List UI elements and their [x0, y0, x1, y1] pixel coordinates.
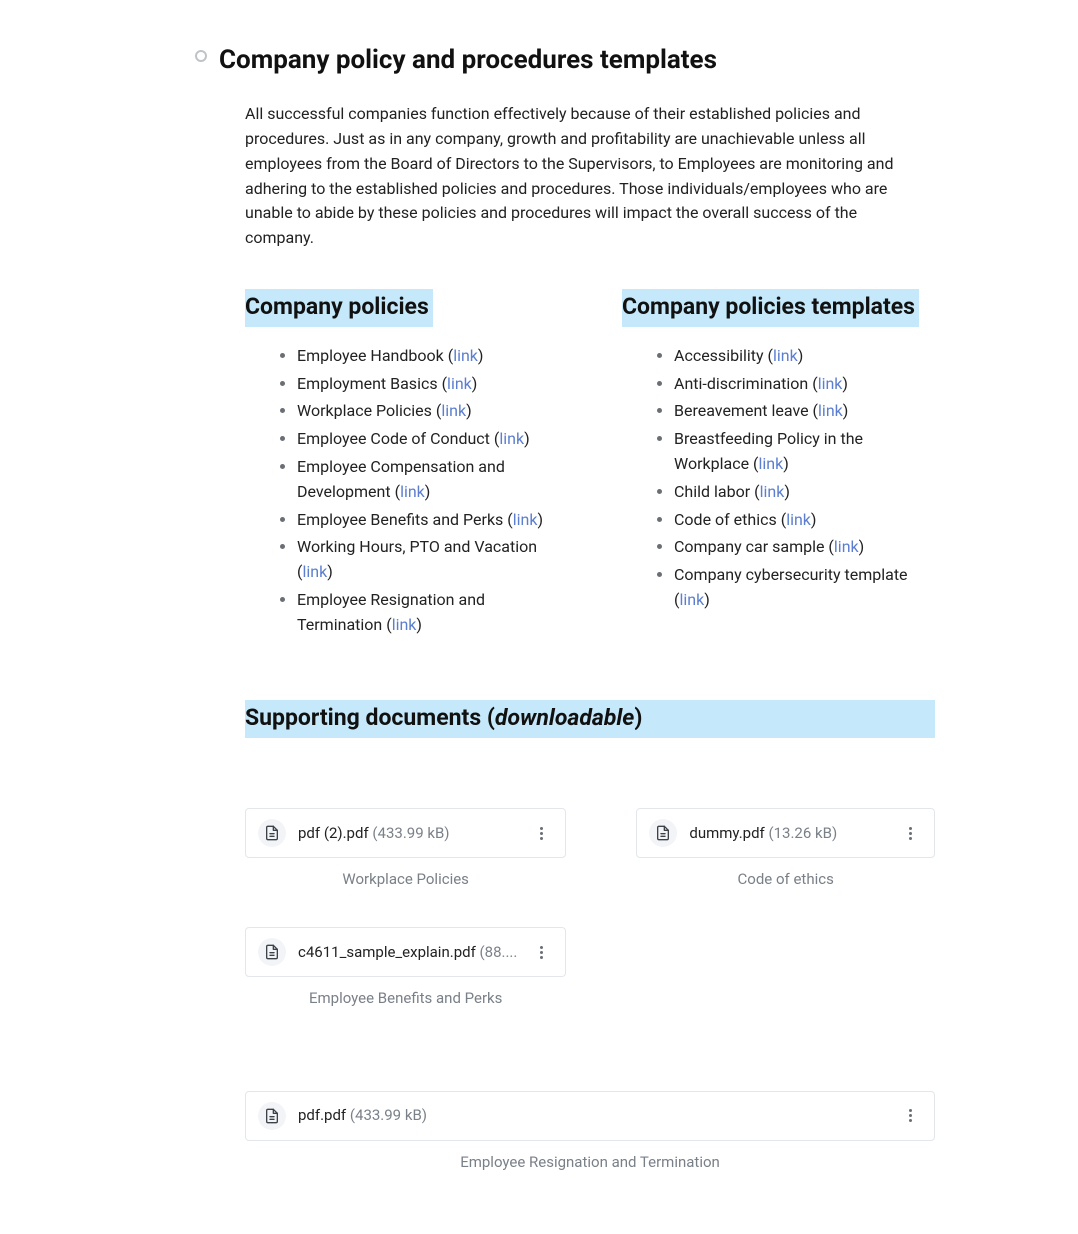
- list-item: Anti-discrimination (link): [674, 372, 939, 397]
- file-block: pdf.pdf (433.99 kB) Employee Resignation …: [245, 1091, 935, 1174]
- list-item: Company cybersecurity template (link): [674, 563, 939, 613]
- list-item: Code of ethics (link): [674, 508, 939, 533]
- policy-link[interactable]: link: [513, 510, 538, 529]
- policy-link[interactable]: link: [759, 454, 784, 473]
- file-size: (433.99 kB): [372, 824, 449, 842]
- policies-heading: Company policies: [245, 289, 433, 327]
- templates-list: Accessibility (link) Anti-discrimination …: [622, 344, 939, 613]
- policies-list: Employee Handbook (link) Employment Basic…: [245, 344, 562, 638]
- file-icon: [649, 819, 677, 847]
- intro-paragraph: All successful companies function effect…: [245, 102, 925, 251]
- list-item-label: Anti-discrimination: [674, 374, 812, 393]
- policy-link[interactable]: link: [302, 562, 327, 581]
- list-item: Working Hours, PTO and Vacation (link): [297, 535, 562, 585]
- list-item: Child labor (link): [674, 480, 939, 505]
- file-caption: Employee Benefits and Perks: [245, 987, 566, 1010]
- more-options-button[interactable]: [529, 940, 553, 964]
- page-title: Company policy and procedures templates: [219, 40, 939, 80]
- list-item: Bereavement leave (link): [674, 399, 939, 424]
- list-item: Company car sample (link): [674, 535, 939, 560]
- list-item: Breastfeeding Policy in the Workplace (l…: [674, 427, 939, 477]
- policy-link[interactable]: link: [392, 615, 417, 634]
- file-size: (433.99 kB): [350, 1106, 427, 1124]
- templates-heading: Company policies templates: [622, 289, 919, 327]
- list-item: Workplace Policies (link): [297, 399, 562, 424]
- file-size: (88....: [480, 943, 518, 961]
- list-item-label: Employee Handbook: [297, 346, 448, 365]
- file-block: c4611_sample_explain.pdf (88.... Employee…: [245, 927, 566, 1010]
- list-item-label: Employment Basics: [297, 374, 442, 393]
- list-item-label: Bereavement leave: [674, 401, 813, 420]
- list-item-label: Code of ethics: [674, 510, 781, 529]
- file-name: c4611_sample_explain.pdf: [298, 943, 480, 961]
- policy-link[interactable]: link: [453, 346, 478, 365]
- list-item: Employment Basics (link): [297, 372, 562, 397]
- policy-link[interactable]: link: [499, 429, 524, 448]
- supporting-heading-ital: downloadable: [495, 704, 634, 731]
- file-icon: [258, 938, 286, 966]
- list-item-label: Workplace Policies: [297, 401, 436, 420]
- more-options-button[interactable]: [529, 821, 553, 845]
- list-item: Employee Handbook (link): [297, 344, 562, 369]
- list-item-label: Accessibility: [674, 346, 768, 365]
- list-item-label: Company cybersecurity template: [674, 565, 908, 584]
- list-item: Employee Code of Conduct (link): [297, 427, 562, 452]
- file-card[interactable]: pdf.pdf (433.99 kB): [245, 1091, 935, 1141]
- policy-link[interactable]: link: [834, 537, 859, 556]
- file-name: pdf (2).pdf: [298, 824, 372, 842]
- policy-link[interactable]: link: [760, 482, 785, 501]
- list-item-label: Company car sample: [674, 537, 828, 556]
- file-card[interactable]: pdf (2).pdf (433.99 kB): [245, 808, 566, 858]
- file-name: dummy.pdf: [689, 824, 768, 842]
- file-size: (13.26 kB): [768, 824, 837, 842]
- list-item: Employee Resignation and Termination (li…: [297, 588, 562, 638]
- policy-link[interactable]: link: [786, 510, 811, 529]
- list-item-label: Employee Benefits and Perks: [297, 510, 507, 529]
- supporting-heading-pre: Supporting documents (: [245, 704, 495, 731]
- policy-link[interactable]: link: [400, 482, 425, 501]
- policy-link[interactable]: link: [818, 374, 843, 393]
- file-name: pdf.pdf: [298, 1106, 350, 1124]
- policy-link[interactable]: link: [773, 346, 798, 365]
- list-item-label: Working Hours, PTO and Vacation: [297, 537, 537, 556]
- file-card[interactable]: dummy.pdf (13.26 kB): [636, 808, 935, 858]
- file-block: dummy.pdf (13.26 kB) Code of ethics: [636, 808, 935, 891]
- file-caption: Workplace Policies: [245, 868, 566, 891]
- list-item: Employee Benefits and Perks (link): [297, 508, 562, 533]
- supporting-heading-post: ): [634, 704, 642, 731]
- file-card[interactable]: c4611_sample_explain.pdf (88....: [245, 927, 566, 977]
- supporting-heading: Supporting documents (downloadable): [245, 700, 935, 738]
- file-block: pdf (2).pdf (433.99 kB) Workplace Policie…: [245, 808, 566, 891]
- policy-link[interactable]: link: [679, 590, 704, 609]
- list-item-label: Employee Code of Conduct: [297, 429, 494, 448]
- policy-link[interactable]: link: [818, 401, 843, 420]
- list-item-label: Child labor: [674, 482, 754, 501]
- more-options-button[interactable]: [898, 1104, 922, 1128]
- list-item: Employee Compensation and Development (l…: [297, 455, 562, 505]
- list-item: Accessibility (link): [674, 344, 939, 369]
- file-icon: [258, 819, 286, 847]
- file-caption: Employee Resignation and Termination: [245, 1151, 935, 1174]
- toggle-bullet-icon[interactable]: [195, 50, 207, 62]
- policy-link[interactable]: link: [441, 401, 466, 420]
- file-icon: [258, 1102, 286, 1130]
- policy-link[interactable]: link: [447, 374, 472, 393]
- file-caption: Code of ethics: [636, 868, 935, 891]
- more-options-button[interactable]: [898, 821, 922, 845]
